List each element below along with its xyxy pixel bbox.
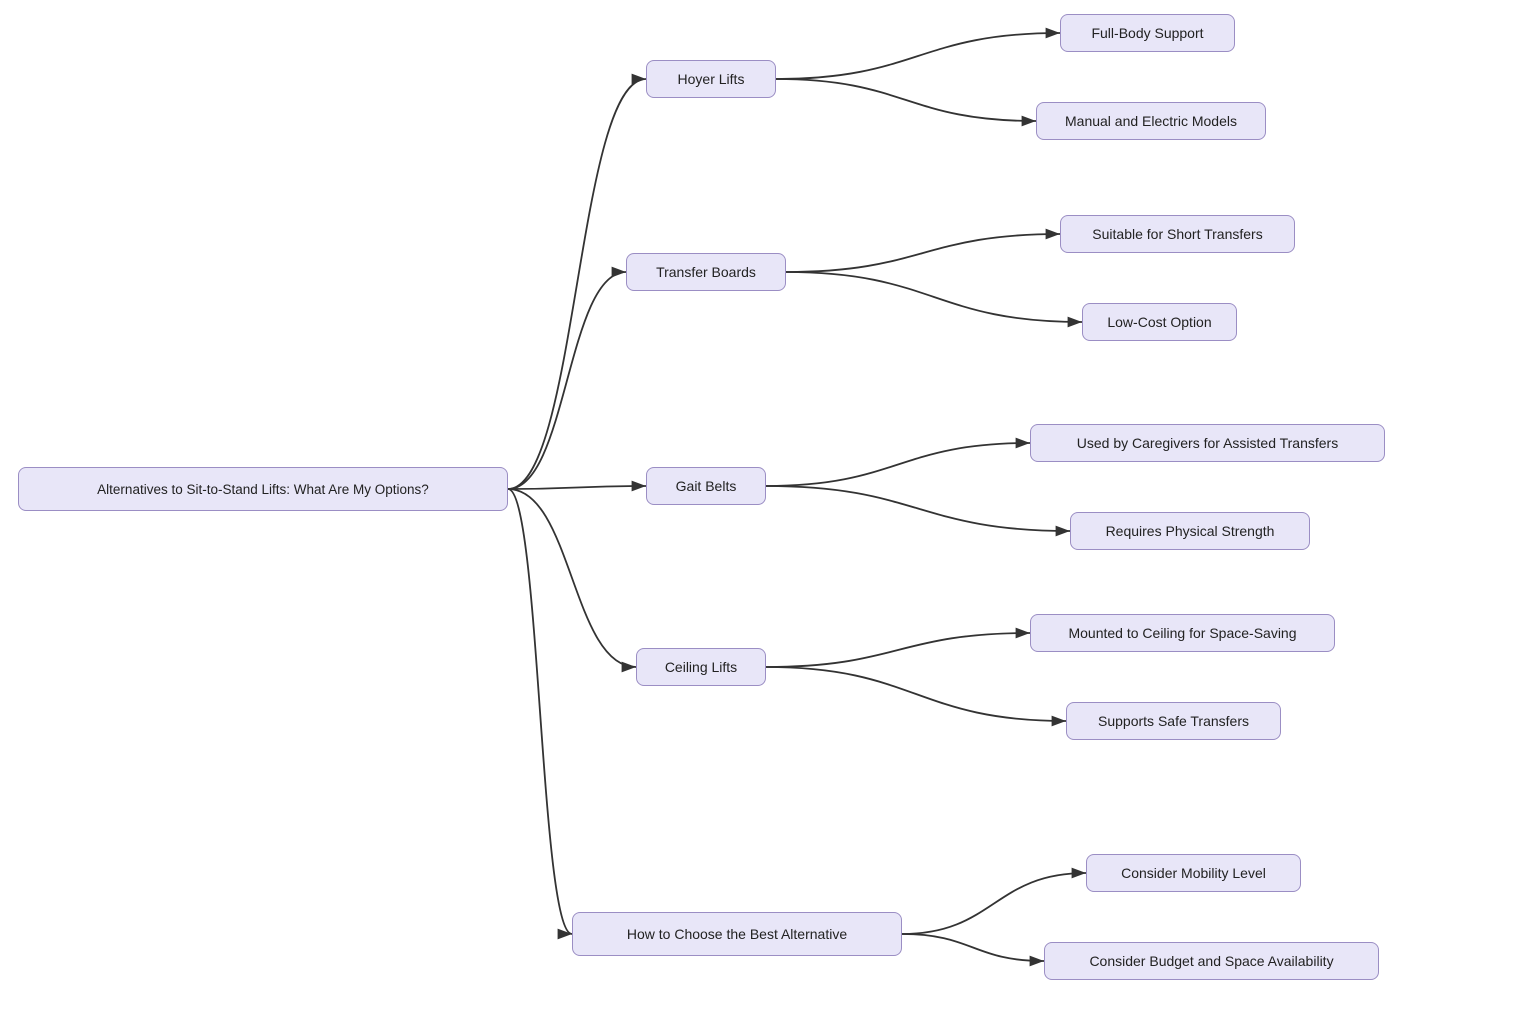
mindmap-container: Alternatives to Sit-to-Stand Lifts: What…: [0, 0, 1536, 1013]
connection-root-ceiling: [508, 489, 636, 667]
node-mobility: Consider Mobility Level: [1086, 854, 1301, 892]
node-hoyer: Hoyer Lifts: [646, 60, 776, 98]
connection-gait-phys_strength: [766, 486, 1070, 531]
connection-choose-mobility: [902, 873, 1086, 934]
node-gait: Gait Belts: [646, 467, 766, 505]
node-choose: How to Choose the Best Alternative: [572, 912, 902, 956]
connection-ceiling-safe_trans: [766, 667, 1066, 721]
node-root: Alternatives to Sit-to-Stand Lifts: What…: [18, 467, 508, 511]
connection-transfer-low_cost: [786, 272, 1082, 322]
connection-transfer-short_trans: [786, 234, 1060, 272]
connection-hoyer-full_body: [776, 33, 1060, 79]
node-manual_elec: Manual and Electric Models: [1036, 102, 1266, 140]
node-budget: Consider Budget and Space Availability: [1044, 942, 1379, 980]
connection-hoyer-manual_elec: [776, 79, 1036, 121]
connection-root-choose: [508, 489, 572, 934]
node-transfer: Transfer Boards: [626, 253, 786, 291]
node-caregivers: Used by Caregivers for Assisted Transfer…: [1030, 424, 1385, 462]
node-short_trans: Suitable for Short Transfers: [1060, 215, 1295, 253]
node-safe_trans: Supports Safe Transfers: [1066, 702, 1281, 740]
node-low_cost: Low-Cost Option: [1082, 303, 1237, 341]
connection-gait-caregivers: [766, 443, 1030, 486]
connection-root-gait: [508, 486, 646, 489]
node-phys_strength: Requires Physical Strength: [1070, 512, 1310, 550]
node-full_body: Full-Body Support: [1060, 14, 1235, 52]
connection-choose-budget: [902, 934, 1044, 961]
connection-ceiling-mounted: [766, 633, 1030, 667]
node-mounted: Mounted to Ceiling for Space-Saving: [1030, 614, 1335, 652]
connection-root-transfer: [508, 272, 626, 489]
node-ceiling: Ceiling Lifts: [636, 648, 766, 686]
